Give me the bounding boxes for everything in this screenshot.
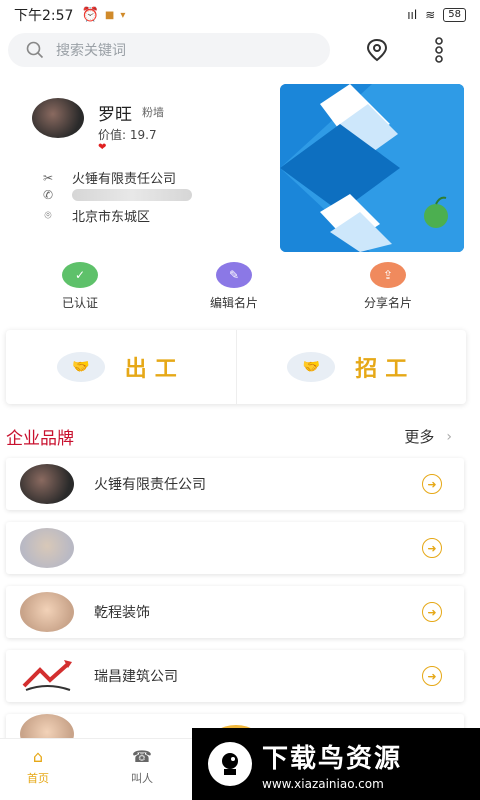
- edit-card-button[interactable]: ✎ 编辑名片: [174, 262, 294, 311]
- section-more-button[interactable]: 更多 ›: [404, 426, 452, 447]
- list-item[interactable]: 乾程装饰 ➜: [6, 586, 464, 638]
- profile-actions: ✓ 已认证 ✎ 编辑名片 ⇪ 分享名片: [0, 262, 480, 322]
- verified-button[interactable]: ✓ 已认证: [20, 262, 140, 311]
- share-icon: ⇪: [370, 262, 406, 288]
- brand-avatar: [20, 464, 74, 504]
- status-notification-icons: ⏰ ■ ▾: [81, 7, 125, 23]
- watermark-url: www.xiazainiao.com: [262, 776, 384, 791]
- profile-company: 火锤有限责任公司: [72, 172, 177, 187]
- brand-name: 乾程装饰: [94, 605, 150, 621]
- alarm-icon: ⏰: [81, 7, 99, 23]
- search-icon: [26, 41, 44, 59]
- brand-avatar: [20, 592, 74, 632]
- location-pin-icon: [366, 38, 388, 62]
- arrow-right-circle-icon[interactable]: ➜: [422, 538, 442, 558]
- arrow-right-circle-icon[interactable]: ➜: [422, 474, 442, 494]
- verified-label: 已认证: [61, 296, 98, 310]
- go-work-label: 出工: [124, 357, 185, 382]
- brand-logo: [20, 656, 74, 696]
- tab-call-label: 叫人: [131, 772, 153, 785]
- hire-label: 招工: [355, 357, 416, 382]
- brand-name: 火锤有限责任公司: [94, 477, 206, 493]
- list-item[interactable]: 火锤有限责任公司 ➜: [6, 458, 464, 510]
- location-button[interactable]: [362, 35, 392, 65]
- wifi-icon: ≋: [425, 8, 436, 22]
- brand-name: 瑞昌建筑公司: [94, 669, 178, 685]
- status-time: 下午2:57: [14, 8, 74, 24]
- chevron-right-icon: ›: [446, 428, 452, 445]
- app-notification-icon: ■: [104, 9, 115, 21]
- profile-phone-line: ✆: [40, 188, 192, 202]
- handshake-icon: 🤝: [56, 352, 105, 382]
- search-placeholder: 搜索关键词: [56, 43, 126, 59]
- telephone-icon: ☎: [132, 747, 152, 766]
- tab-home[interactable]: ⌂ 首页: [8, 747, 68, 786]
- watermark: 下载鸟资源 www.xiazainiao.com: [192, 728, 480, 800]
- edit-icon: ✎: [216, 262, 252, 288]
- hire-button[interactable]: 🤝 招工: [237, 330, 467, 404]
- profile-company-line: ✂ 火锤有限责任公司: [40, 168, 177, 188]
- list-item[interactable]: ➜: [6, 522, 464, 574]
- list-item[interactable]: 瑞昌建筑公司 ➜: [6, 650, 464, 702]
- profile-value: 价值: 19.7: [98, 128, 157, 142]
- brand-logo-graphic: [22, 660, 72, 691]
- profile-card[interactable]: 罗旺 粉墙 价值: 19.7 ❤ ✂ 火锤有限责任公司 ✆ ⌾ 北京市东城区: [0, 84, 480, 254]
- tools-icon: ✂: [42, 170, 54, 185]
- share-card-label: 分享名片: [363, 296, 412, 310]
- section-more-label: 更多: [404, 428, 435, 446]
- edit-card-label: 编辑名片: [209, 296, 258, 310]
- phone-icon: ✆: [42, 188, 54, 202]
- watermark-logo-icon: [208, 742, 252, 786]
- brand-avatar: [20, 528, 74, 568]
- heart-icon: ❤: [98, 142, 107, 153]
- profile-tag: 粉墙: [142, 106, 164, 119]
- arrow-right-circle-icon[interactable]: ➜: [422, 666, 442, 686]
- verified-icon: ✓: [62, 262, 98, 288]
- signal-icon: ııl: [407, 8, 418, 22]
- profile-name: 罗旺: [98, 105, 132, 125]
- tab-call[interactable]: ☎ 叫人: [112, 747, 172, 786]
- work-cards: 🤝 出工 🤝 招工: [6, 330, 466, 404]
- handshake-icon: 🤝: [287, 352, 336, 382]
- more-vertical-icon: [435, 37, 443, 63]
- arrow-right-circle-icon[interactable]: ➜: [422, 602, 442, 622]
- battery-icon: 58: [443, 8, 466, 22]
- location-icon: ⌾: [44, 208, 52, 222]
- banner-graphic: [280, 84, 464, 252]
- profile-address-line: ⌾ 北京市东城区: [40, 206, 150, 225]
- home-icon: ⌂: [32, 747, 44, 766]
- search-input[interactable]: 搜索关键词: [8, 33, 330, 67]
- watermark-title: 下载鸟资源: [262, 743, 403, 774]
- go-work-button[interactable]: 🤝 出工: [6, 330, 237, 404]
- profile-phone-blurred: [72, 189, 192, 201]
- more-menu-button[interactable]: [424, 35, 454, 65]
- tab-home-label: 首页: [27, 772, 49, 785]
- status-bar: 下午2:57 ⏰ ■ ▾ ııl ≋ 58: [0, 0, 480, 30]
- app-notification-icon-2: ▾: [120, 9, 126, 21]
- bird-icon: [222, 753, 238, 775]
- profile-banner: [280, 84, 464, 252]
- profile-address: 北京市东城区: [72, 210, 151, 225]
- share-card-button[interactable]: ⇪ 分享名片: [328, 262, 448, 311]
- search-row: 搜索关键词: [8, 32, 472, 68]
- section-title: 企业品牌: [6, 429, 74, 449]
- user-avatar: [32, 98, 84, 138]
